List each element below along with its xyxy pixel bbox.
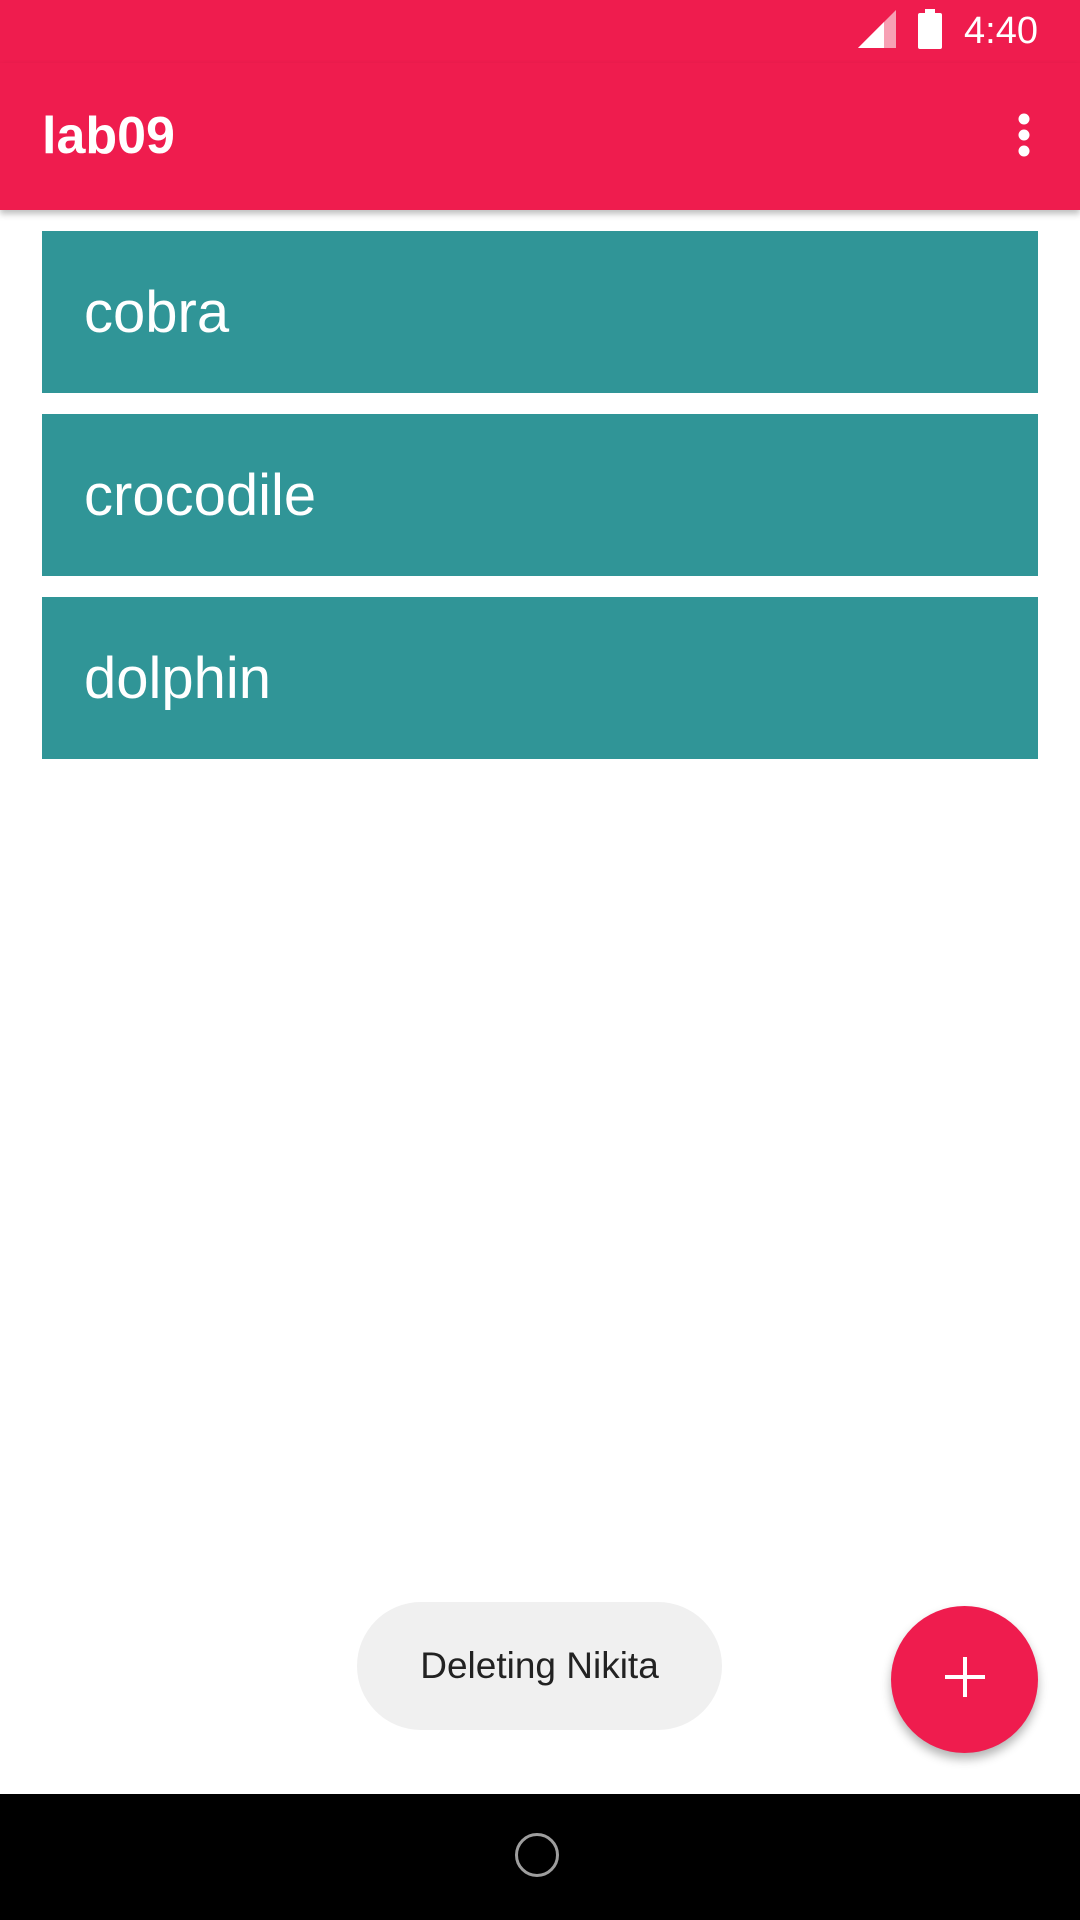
- more-vert-icon: [1017, 113, 1031, 162]
- status-icons: 4:40: [858, 0, 1038, 63]
- animal-list: cobra crocodile dolphin: [42, 231, 1038, 780]
- list-item[interactable]: cobra: [42, 231, 1038, 393]
- toast-text: Deleting Nikita: [420, 1645, 659, 1686]
- status-bar: 4:40: [0, 0, 1080, 63]
- battery-icon: [918, 9, 943, 54]
- list-item[interactable]: crocodile: [42, 414, 1038, 576]
- overflow-menu-button[interactable]: [992, 99, 1056, 175]
- status-time: 4:40: [964, 10, 1038, 52]
- app-screen: 4:40 lab09 cobra crocodile dolphin Delet…: [0, 0, 1080, 1920]
- list-item-label: crocodile: [84, 462, 317, 528]
- signal-icon: [858, 10, 897, 53]
- list-item-label: dolphin: [84, 645, 272, 711]
- add-fab-button[interactable]: [891, 1606, 1038, 1753]
- home-icon[interactable]: [515, 1833, 559, 1877]
- app-title: lab09: [42, 107, 175, 165]
- navigation-bar: [0, 1794, 1080, 1920]
- plus-icon: [944, 1657, 985, 1702]
- app-bar: lab09: [0, 63, 1080, 210]
- list-item-label: cobra: [84, 279, 230, 345]
- list-item[interactable]: dolphin: [42, 597, 1038, 759]
- toast-message: Deleting Nikita: [357, 1602, 722, 1730]
